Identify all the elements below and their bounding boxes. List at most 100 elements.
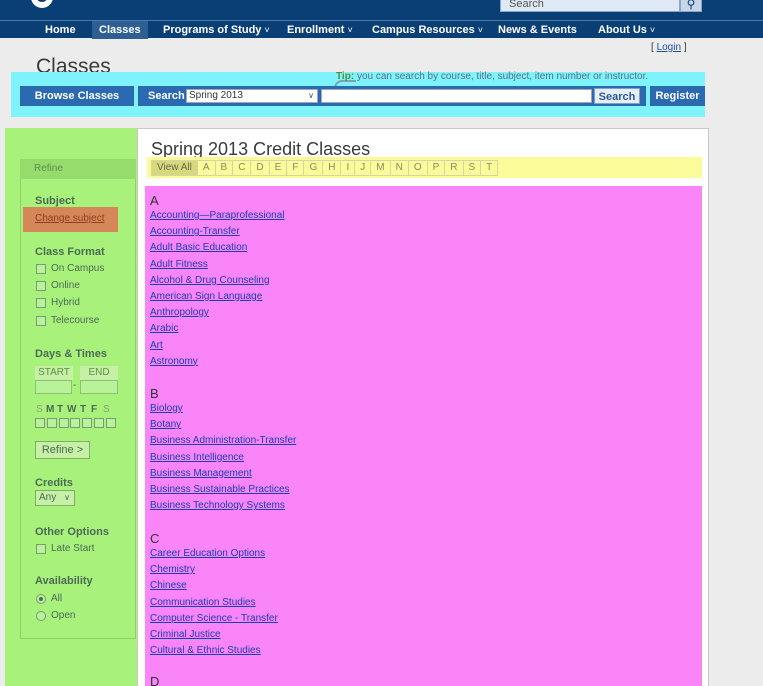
radio-button[interactable] [36, 593, 46, 604]
subject-link[interactable]: Adult Basic Education [150, 241, 285, 257]
college-logo[interactable] [31, 0, 53, 8]
magnifier-icon[interactable]: ⚲ [680, 0, 702, 12]
alpha-link[interactable]: O [409, 161, 428, 175]
subject-link[interactable]: Business Management [150, 467, 296, 483]
refine-button[interactable]: Refine > [35, 441, 90, 459]
subject-link[interactable]: Chemistry [150, 563, 278, 579]
letter-group-d: D [150, 674, 159, 686]
subject-link[interactable]: Art [150, 339, 285, 355]
alpha-link[interactable]: A [198, 161, 216, 175]
alpha-link[interactable]: C [233, 161, 252, 175]
alpha-link[interactable]: R [445, 161, 464, 175]
subject-link[interactable]: Computer Science - Transfer [150, 612, 278, 628]
alpha-link[interactable]: P [428, 161, 446, 175]
end-label: END [80, 366, 118, 380]
day-checkbox[interactable] [47, 418, 57, 428]
nav-item-programs[interactable]: Programs of Study ˅ [163, 24, 270, 36]
subject-link[interactable]: Business Intelligence [150, 451, 296, 467]
change-subject-link[interactable]: Change subject [23, 207, 118, 232]
option-late-start[interactable]: Late Start [36, 543, 94, 554]
days-times-heading: Days & Times [35, 348, 107, 360]
credits-select[interactable]: Any ∨ [35, 490, 75, 506]
day-checkbox[interactable] [94, 418, 104, 428]
day-checkbox[interactable] [35, 418, 45, 428]
alpha-link[interactable]: H [323, 161, 342, 175]
nav-item-enrollment[interactable]: Enrollment ˅ [287, 24, 353, 36]
checkbox[interactable] [36, 263, 46, 274]
subject-link[interactable]: Adult Fitness [150, 258, 285, 274]
format-hybrid[interactable]: Hybrid [36, 297, 80, 308]
subject-link[interactable]: Chinese [150, 579, 278, 595]
nav-item-about-us[interactable]: About Us ˅ [598, 24, 655, 36]
day-sunday-label: S [36, 404, 43, 415]
subject-link[interactable]: Astronomy [150, 355, 285, 371]
subject-link[interactable]: Business Sustainable Practices [150, 483, 296, 499]
checkbox-label: Telecourse [51, 315, 100, 326]
day-checkbox[interactable] [70, 418, 80, 428]
subject-link[interactable]: American Sign Language [150, 290, 285, 306]
day-checkbox[interactable] [106, 418, 116, 428]
nav-item-news-events[interactable]: News & Events [498, 24, 577, 36]
subject-link[interactable]: Career Education Options [150, 547, 278, 563]
nav-item-campus-resources[interactable]: Campus Resources ˅ [372, 24, 483, 36]
alpha-link[interactable]: M [371, 161, 391, 175]
day-saturday-label: S [103, 404, 110, 415]
alpha-link[interactable]: T [481, 161, 497, 175]
subject-link[interactable]: Accounting-Transfer [150, 225, 285, 241]
alpha-view-all[interactable]: View All [152, 161, 198, 175]
checkbox[interactable] [36, 297, 46, 308]
alpha-link[interactable]: S [464, 161, 482, 175]
register-button[interactable]: Register [650, 86, 705, 106]
day-friday-label: F [91, 404, 98, 415]
availability-open[interactable]: Open [36, 610, 75, 621]
alpha-link[interactable]: D [251, 161, 270, 175]
class-search-input[interactable] [321, 89, 592, 103]
checkbox[interactable] [36, 315, 46, 326]
format-telecourse[interactable]: Telecourse [36, 315, 99, 326]
alpha-link[interactable]: I [341, 161, 356, 175]
alpha-link[interactable]: N [391, 161, 409, 175]
subject-link[interactable]: Business Technology Systems [150, 499, 296, 515]
checkbox-label: Online [51, 280, 80, 291]
checkbox[interactable] [36, 280, 46, 291]
subject-link[interactable]: Alcohol & Drug Counseling [150, 274, 285, 290]
subject-link[interactable]: Anthropology [150, 306, 285, 322]
subject-link[interactable]: Botany [150, 418, 296, 434]
term-select[interactable]: Spring 2013 ∨ [186, 89, 318, 103]
chevron-down-icon: ∨ [308, 91, 314, 100]
alpha-link[interactable]: G [304, 161, 324, 175]
login-link[interactable]: Login [657, 42, 681, 53]
subject-link[interactable]: Arabic [150, 322, 285, 338]
subject-link[interactable]: Communication Studies [150, 596, 278, 612]
day-checkbox[interactable] [59, 418, 69, 428]
day-thursday-label: T [80, 404, 87, 415]
alpha-index: View All A B C D E F G H I J M N O P R S T [151, 160, 499, 176]
checkbox[interactable] [36, 543, 46, 554]
radio-button[interactable] [36, 610, 46, 621]
subject-link[interactable]: Business Administration-Transfer [150, 434, 296, 450]
browse-classes-button[interactable]: Browse Classes [20, 86, 134, 106]
site-search-input[interactable]: Search [500, 0, 680, 12]
nav-item-home[interactable]: Home [45, 24, 76, 36]
format-on-campus[interactable]: On Campus [36, 263, 104, 274]
alpha-link[interactable]: B [216, 161, 234, 175]
start-time-input[interactable] [35, 380, 72, 394]
day-wednesday-label: W [67, 404, 77, 415]
start-label: START [35, 366, 73, 380]
subject-link[interactable]: Biology [150, 402, 296, 418]
letter-heading: D [150, 674, 160, 686]
format-online[interactable]: Online [36, 280, 80, 291]
subject-link[interactable]: Cultural & Ethnic Studies [150, 644, 278, 660]
subject-link[interactable]: Criminal Justice [150, 628, 278, 644]
end-time-input[interactable] [80, 380, 118, 394]
nav-item-classes[interactable]: Classes [92, 21, 148, 39]
search-button[interactable]: Search [594, 88, 640, 104]
availability-all[interactable]: All [36, 593, 62, 604]
subject-link[interactable]: Accounting—Paraprofessional [150, 209, 285, 225]
alpha-link[interactable]: J [355, 161, 372, 175]
alpha-link[interactable]: F [287, 161, 305, 175]
class-format-heading: Class Format [35, 246, 105, 258]
letter-group-a: A Accounting—Paraprofessional Accounting-T… [150, 193, 285, 371]
day-checkbox[interactable] [82, 418, 92, 428]
alpha-link[interactable]: E [270, 161, 288, 175]
